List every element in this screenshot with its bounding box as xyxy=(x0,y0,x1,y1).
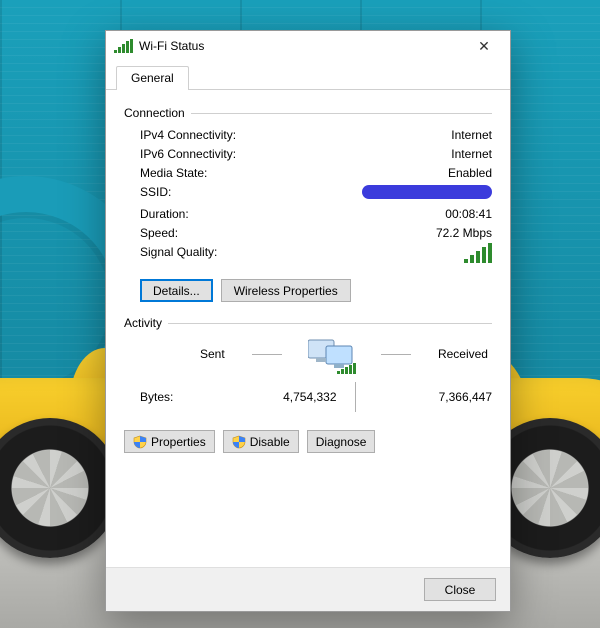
signal-quality-label: Signal Quality: xyxy=(140,245,217,266)
bytes-received-value: 7,366,447 xyxy=(356,390,493,404)
dialog-footer: Close xyxy=(106,567,510,611)
shield-icon xyxy=(232,435,246,449)
row-speed: Speed: 72.2 Mbps xyxy=(124,224,492,243)
bytes-label: Bytes: xyxy=(140,390,200,404)
diagnose-button[interactable]: Diagnose xyxy=(307,430,376,453)
desktop: Wi-Fi Status ✕ General Connection IPv4 C… xyxy=(0,0,600,628)
close-button[interactable]: ✕ xyxy=(464,32,504,60)
media-state-value: Enabled xyxy=(448,166,492,180)
activity-sent-label: Sent xyxy=(200,347,225,361)
row-ipv6: IPv6 Connectivity: Internet xyxy=(124,145,492,164)
row-media-state: Media State: Enabled xyxy=(124,164,492,183)
row-ssid: SSID: xyxy=(124,183,492,205)
tab-general[interactable]: General xyxy=(116,66,189,90)
connection-section-label: Connection xyxy=(124,106,185,120)
titlebar[interactable]: Wi-Fi Status ✕ xyxy=(106,31,510,61)
bytes-sent-value: 4,754,332 xyxy=(200,390,355,404)
disable-button[interactable]: Disable xyxy=(223,430,299,453)
signal-bars-icon xyxy=(464,245,492,263)
speed-label: Speed: xyxy=(140,226,178,240)
activity-received-label: Received xyxy=(438,347,488,361)
ipv6-label: IPv6 Connectivity: xyxy=(140,147,236,161)
close-footer-button[interactable]: Close xyxy=(424,578,496,601)
close-icon: ✕ xyxy=(478,38,490,55)
ipv4-value: Internet xyxy=(451,128,492,142)
shield-icon xyxy=(133,435,147,449)
ipv4-label: IPv4 Connectivity: xyxy=(140,128,236,142)
ipv6-value: Internet xyxy=(451,147,492,161)
properties-button-label: Properties xyxy=(151,435,206,449)
activity-section-label: Activity xyxy=(124,316,162,330)
dialog-content: Connection IPv4 Connectivity: Internet I… xyxy=(106,90,510,567)
ssid-value xyxy=(362,185,492,202)
activity-monitors-icon xyxy=(308,336,354,372)
row-signal-quality: Signal Quality: xyxy=(124,243,492,269)
signal-quality-value xyxy=(464,245,492,266)
properties-button[interactable]: Properties xyxy=(124,430,215,453)
wireless-properties-button[interactable]: Wireless Properties xyxy=(221,279,351,302)
wifi-icon xyxy=(114,39,133,53)
row-duration: Duration: 00:08:41 xyxy=(124,205,492,224)
window-title: Wi-Fi Status xyxy=(139,39,464,53)
duration-label: Duration: xyxy=(140,207,189,221)
media-state-label: Media State: xyxy=(140,166,207,180)
activity-section-title: Activity xyxy=(124,316,492,330)
wifi-status-dialog: Wi-Fi Status ✕ General Connection IPv4 C… xyxy=(105,30,511,612)
diagnose-button-label: Diagnose xyxy=(316,435,367,449)
duration-value: 00:08:41 xyxy=(445,207,492,221)
tabstrip: General xyxy=(106,61,510,90)
details-button[interactable]: Details... xyxy=(140,279,213,302)
connection-section-title: Connection xyxy=(124,106,492,120)
ssid-redacted xyxy=(362,185,492,199)
disable-button-label: Disable xyxy=(250,435,290,449)
row-ipv4: IPv4 Connectivity: Internet xyxy=(124,126,492,145)
ssid-label: SSID: xyxy=(140,185,171,202)
speed-value: 72.2 Mbps xyxy=(436,226,492,240)
